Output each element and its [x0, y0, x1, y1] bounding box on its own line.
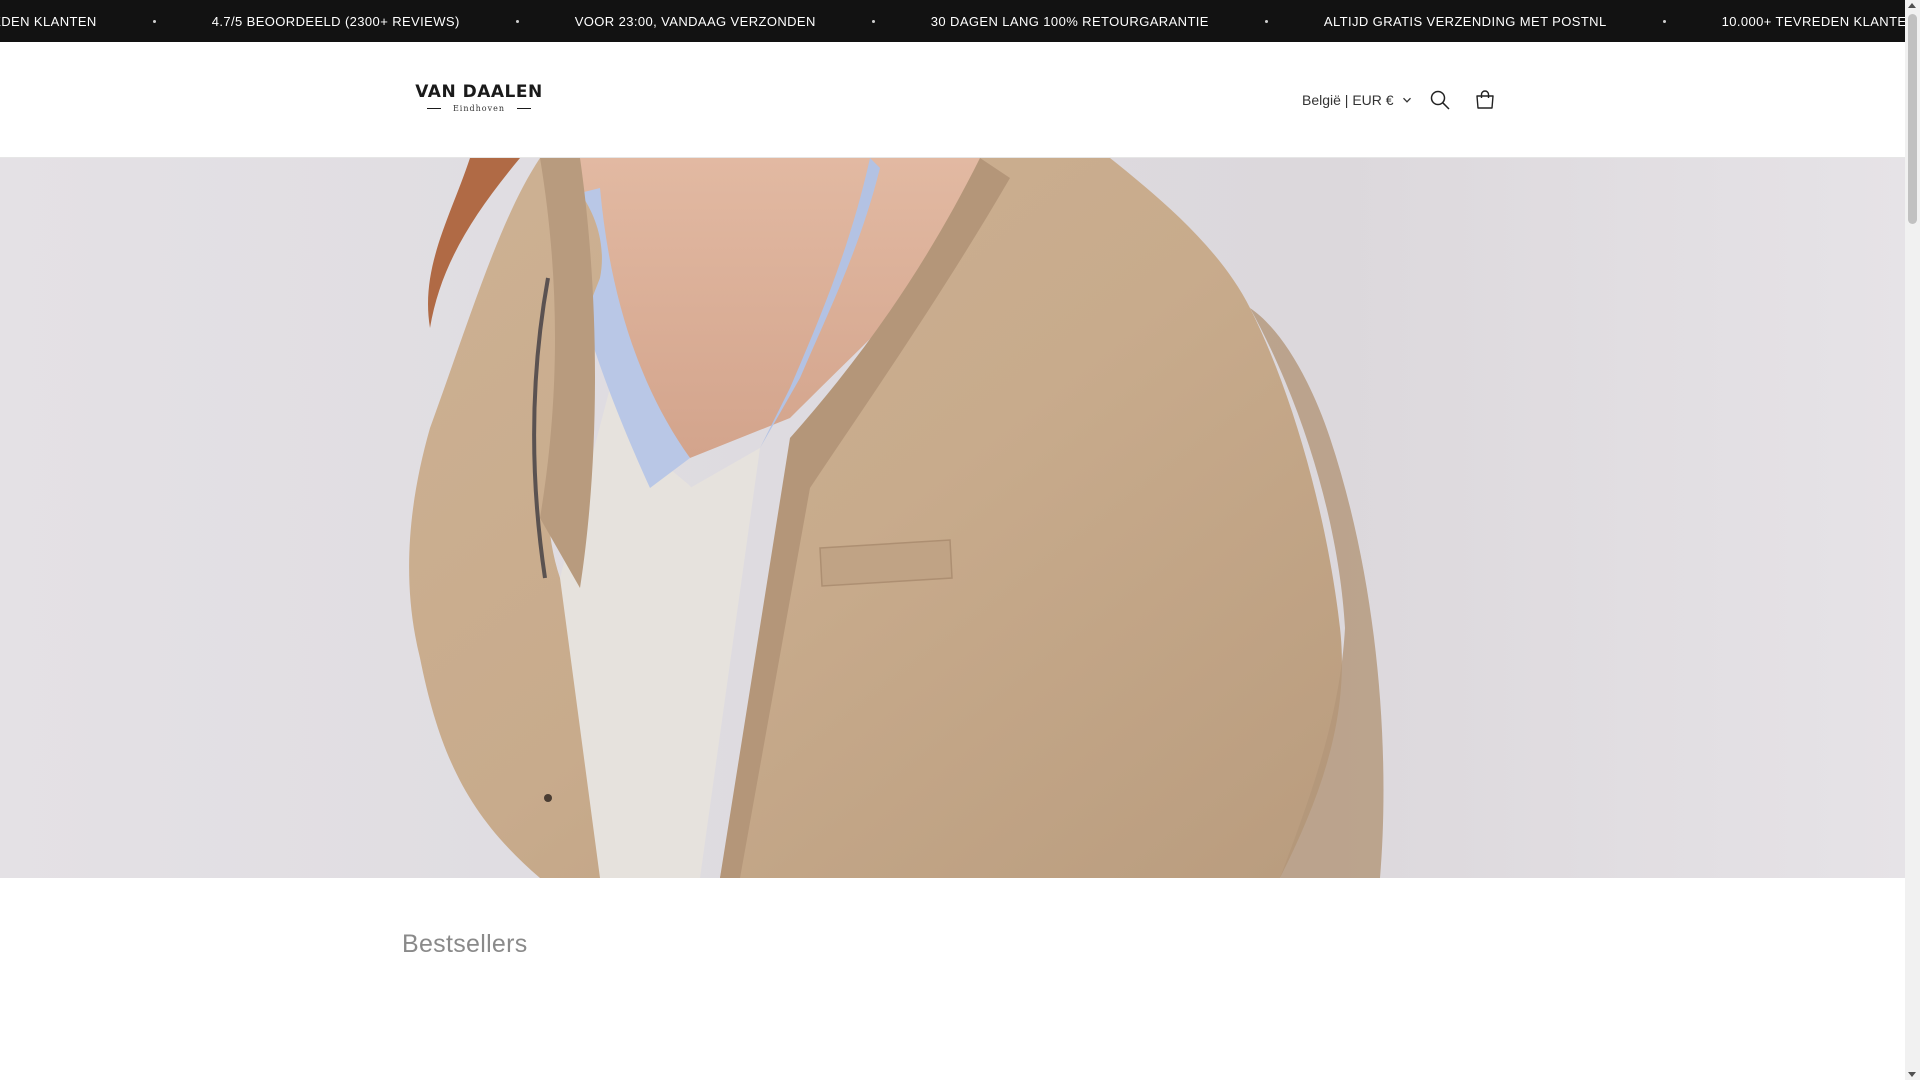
separator-dot [152, 19, 156, 23]
hero-image [409, 158, 1384, 878]
blazer-pocket [819, 539, 953, 587]
logo-link[interactable]: VAN DAALEN Eindhoven [414, 82, 544, 116]
scroll-down-arrow[interactable] [1908, 1072, 1916, 1077]
separator-dot [871, 19, 875, 23]
announcement-bar: 10.000+ TEVREDEN KLANTEN 4.7/5 BEOORDEEL… [0, 0, 1905, 42]
announcement-item: 4.7/5 BEOORDEELD (2300+ REVIEWS) [211, 13, 460, 29]
announcement-item: ALTIJD GRATIS VERZENDING MET POSTNL [1323, 13, 1607, 29]
logo-rule-left [426, 108, 441, 109]
page-scrollbar[interactable] [1905, 0, 1920, 1080]
search-icon [1430, 90, 1450, 110]
cart-button[interactable] [1467, 82, 1503, 118]
logo-rule-right [517, 108, 532, 109]
logo-subline: Eindhoven [414, 104, 544, 113]
country-currency-selector[interactable]: België | EUR € [1302, 88, 1412, 112]
site-header: VAN DAALEN Eindhoven België | EUR € [0, 42, 1905, 158]
logo-text: VAN DAALEN [415, 82, 543, 102]
separator-dot [1662, 19, 1666, 23]
scroll-up-arrow[interactable] [1908, 3, 1916, 8]
announcement-item: 10.000+ TEVREDEN KLANTEN [0, 13, 97, 29]
scrollbar-thumb[interactable] [1908, 14, 1917, 224]
announcement-item: 30 DAGEN LANG 100% RETOURGARANTIE [930, 13, 1209, 29]
announcement-marquee: 10.000+ TEVREDEN KLANTEN 4.7/5 BEOORDEEL… [0, 0, 1905, 42]
separator-dot [1264, 19, 1268, 23]
separator-dot [515, 19, 519, 23]
bestsellers-heading: Bestsellers [402, 930, 528, 958]
announcement-item: 10.000+ TEVREDEN KLANTEN [1721, 13, 1905, 29]
search-button[interactable] [1422, 82, 1458, 118]
blazer-button [544, 794, 552, 802]
chevron-down-icon [1402, 97, 1411, 103]
hero-banner [0, 158, 1905, 878]
cart-icon [1476, 90, 1494, 109]
logo-subtitle: Eindhoven [452, 104, 506, 113]
country-currency-label: België | EUR € [1302, 92, 1394, 108]
announcement-item: VOOR 23:00, VANDAAG VERZONDEN [574, 13, 816, 29]
